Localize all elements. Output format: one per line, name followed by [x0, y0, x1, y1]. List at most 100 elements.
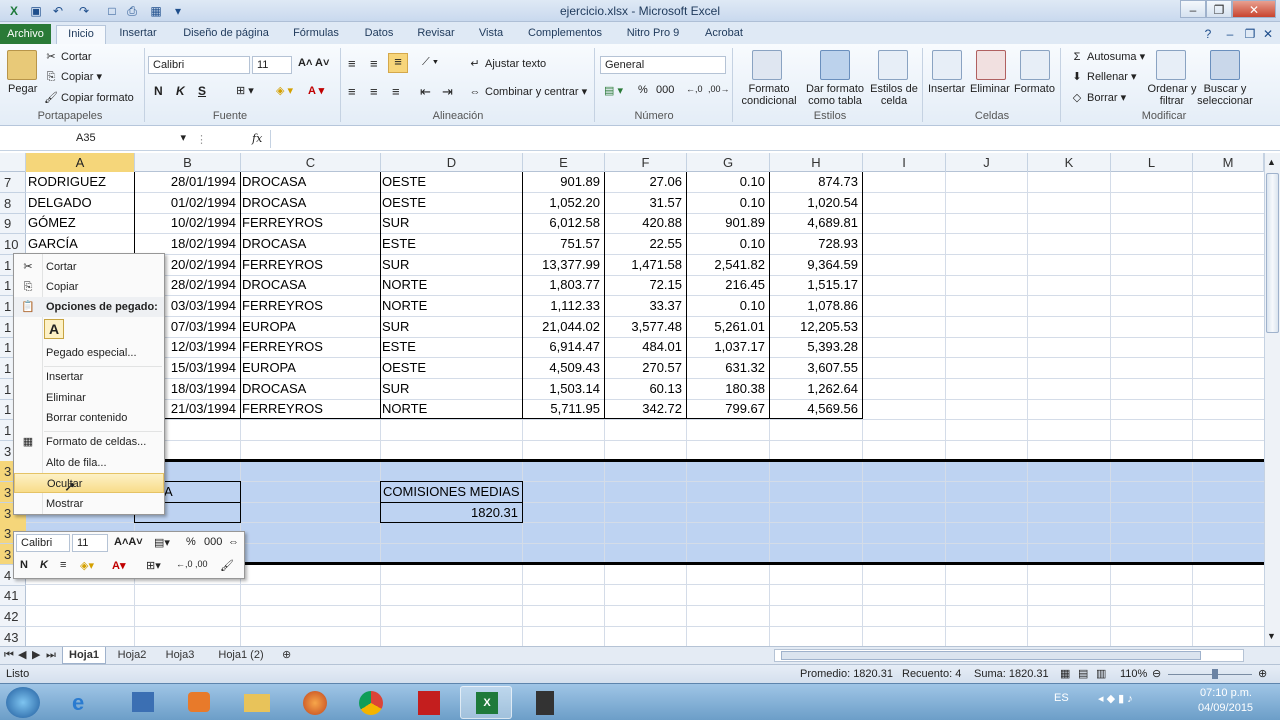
cell[interactable]: 72.15 [604, 275, 686, 295]
format-painter-button[interactable]: 🖌 Copiar formato [44, 91, 134, 105]
row-header[interactable]: 43 [0, 627, 26, 648]
align-left-icon[interactable]: ≡ [348, 84, 356, 99]
wrap-text-button[interactable]: ↵ Ajustar texto [468, 57, 546, 71]
start-button-icon[interactable] [6, 687, 40, 718]
row-header[interactable]: 9 [0, 213, 26, 234]
paste-values-button[interactable]: A [44, 319, 64, 339]
cell[interactable]: 1,515.17 [769, 275, 862, 295]
cell[interactable]: 5,261.01 [686, 317, 769, 337]
cell[interactable]: 4,569.56 [769, 399, 862, 419]
number-format-combo[interactable]: General [600, 56, 726, 74]
cell[interactable]: 10/02/1994 [134, 213, 240, 233]
align-right-icon[interactable]: ≡ [392, 84, 400, 99]
cell[interactable]: 631.32 [686, 358, 769, 378]
cell[interactable]: RODRIGUEZ [26, 172, 134, 192]
column-header[interactable]: G [687, 153, 770, 172]
cell[interactable]: 1,112.33 [522, 296, 604, 316]
cell[interactable]: NORTE [380, 399, 522, 419]
media-taskbar-icon[interactable] [116, 686, 168, 719]
tab-revisar[interactable]: Revisar [412, 25, 460, 44]
cell[interactable]: 22.55 [604, 234, 686, 254]
cell[interactable]: GARCÍA [26, 234, 134, 254]
cell[interactable]: 799.67 [686, 399, 769, 419]
cell[interactable]: 3,577.48 [604, 317, 686, 337]
cell[interactable]: 270.57 [604, 358, 686, 378]
zoom-slider[interactable] [1168, 674, 1252, 675]
align-center-icon[interactable]: ≡ [370, 84, 378, 99]
cell[interactable]: 0.10 [686, 172, 769, 192]
align-top-icon[interactable]: ≡ [348, 56, 356, 71]
summary-d-value[interactable]: 1820.31 [381, 503, 522, 523]
cell[interactable]: DROCASA [240, 379, 380, 399]
grow-font-icon[interactable]: A˄ A˅ [298, 57, 329, 69]
name-box[interactable]: A35 ▾ [2, 130, 188, 148]
formula-input[interactable] [270, 130, 1274, 148]
cell[interactable]: DROCASA [240, 234, 380, 254]
excel-taskbar-icon[interactable]: X [460, 686, 512, 719]
format-as-table-icon[interactable] [820, 50, 850, 80]
format-cells-icon[interactable] [1020, 50, 1050, 80]
cell[interactable]: 2,541.82 [686, 255, 769, 275]
row-header[interactable]: 8 [0, 193, 26, 214]
zoom-in-icon[interactable]: ⊕ [1258, 667, 1267, 680]
sheet-tab-hoja1-2[interactable]: Hoja1 (2) [210, 647, 272, 664]
cell[interactable]: 1,020.54 [769, 193, 862, 213]
column-header[interactable]: B [135, 153, 241, 172]
cell[interactable]: 21,044.02 [522, 317, 604, 337]
row-header[interactable]: 7 [0, 172, 26, 193]
format-cells-button[interactable]: Formato [1014, 83, 1055, 95]
cell[interactable]: 27.06 [604, 172, 686, 192]
sheet-nav-next-icon[interactable]: ▶ [32, 647, 40, 664]
cell[interactable]: 31.57 [604, 193, 686, 213]
column-header[interactable]: C [241, 153, 381, 172]
firefox-taskbar-icon[interactable] [288, 686, 340, 719]
cell[interactable]: 1,037.17 [686, 337, 769, 357]
mini-decimal-icon[interactable]: ←,0 ,00 [176, 559, 208, 569]
conditional-format-icon[interactable] [752, 50, 782, 80]
cell[interactable]: NORTE [380, 275, 522, 295]
tab-inicio[interactable]: Inicio [56, 25, 106, 44]
ribbon-restore-icon[interactable]: ❐ [1242, 26, 1258, 42]
percent-button[interactable]: % [638, 84, 648, 96]
cell[interactable]: SUR [380, 255, 522, 275]
column-header[interactable]: E [523, 153, 605, 172]
menu-item-format-cells[interactable]: ▦ Formato de celdas... [14, 432, 164, 452]
cell[interactable]: 33.37 [604, 296, 686, 316]
paste-icon[interactable] [7, 50, 37, 80]
cell[interactable]: 60.13 [604, 379, 686, 399]
ribbon-minimize-icon[interactable]: – [1222, 26, 1238, 42]
cell[interactable]: ESTE [380, 337, 522, 357]
cell[interactable]: ESTE [380, 234, 522, 254]
hscroll-thumb[interactable] [781, 651, 1201, 660]
cell[interactable]: 484.01 [604, 337, 686, 357]
cell-styles-button[interactable]: Estilos de celda [868, 83, 920, 107]
merge-center-button[interactable]: ⇔ Combinar y centrar ▾ [468, 85, 588, 99]
cell[interactable]: 18/02/1994 [134, 234, 240, 254]
column-header[interactable]: I [863, 153, 946, 172]
cell[interactable]: FERREYROS [240, 399, 380, 419]
column-header[interactable]: L [1111, 153, 1193, 172]
scroll-up-icon[interactable]: ▲ [1267, 157, 1276, 167]
mini-grow-font-icon[interactable]: A˄A˅ [114, 536, 143, 548]
view-normal-icon[interactable]: ▦ [1060, 667, 1070, 680]
menu-item-paste-special[interactable]: Pegado especial... [14, 343, 164, 363]
cell[interactable]: 3,607.55 [769, 358, 862, 378]
indent-decrease-icon[interactable]: ⇤ [420, 84, 431, 100]
view-layout-icon[interactable]: ▤ [1078, 667, 1088, 680]
mini-size-combo[interactable]: 11 [72, 534, 108, 552]
mini-percent-button[interactable]: % [186, 536, 196, 548]
cell[interactable]: OESTE [380, 358, 522, 378]
cell-styles-icon[interactable] [878, 50, 908, 80]
cell[interactable]: GÓMEZ [26, 213, 134, 233]
autosum-button[interactable]: Σ Autosuma ▾ [1070, 50, 1146, 64]
explorer-taskbar-icon[interactable] [230, 686, 282, 719]
recorder-taskbar-icon[interactable] [518, 686, 570, 719]
cell[interactable]: EUROPA [240, 317, 380, 337]
menu-item-copy[interactable]: ⎘ Copiar [14, 277, 164, 297]
copy-button[interactable]: ⎘ Copiar ▾ [44, 70, 102, 84]
cell[interactable]: 901.89 [686, 213, 769, 233]
mini-number-format-icon[interactable]: ▤▾ [154, 536, 170, 549]
cell[interactable]: FERREYROS [240, 296, 380, 316]
column-header[interactable]: D [381, 153, 523, 172]
sheet-tab-hoja3[interactable]: Hoja3 [160, 647, 200, 664]
